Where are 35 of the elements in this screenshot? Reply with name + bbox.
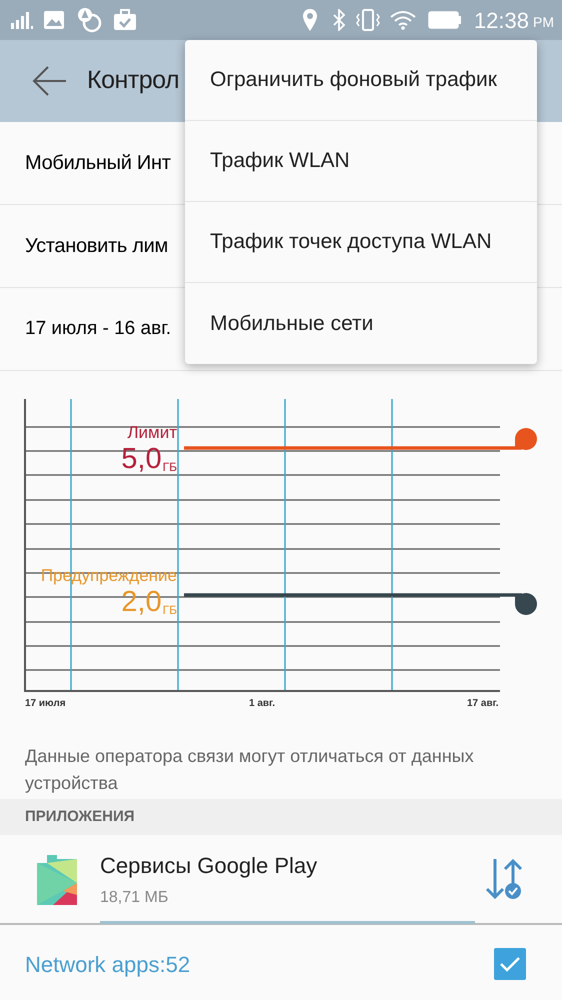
wifi-icon: [390, 10, 416, 30]
limit-unit: ГБ: [162, 459, 177, 475]
app-name: Сервисы Google Play: [100, 852, 318, 880]
menu-item[interactable]: Мобильные сети: [185, 283, 537, 364]
briefcase-check-icon: [113, 9, 137, 31]
battery-icon: [428, 11, 462, 29]
warning-slider-line[interactable]: [184, 593, 537, 615]
signal-icon: [10, 11, 34, 29]
vibrate-icon: [356, 8, 380, 32]
menu-item[interactable]: Ограничить фоновый трафик: [185, 40, 537, 121]
warning-unit: ГБ: [162, 602, 177, 618]
image-icon: [43, 10, 65, 30]
menu-item[interactable]: Трафик точек доступа WLAN: [185, 202, 537, 283]
limit-slider-line[interactable]: [184, 428, 537, 450]
screen-title: Контрол: [87, 65, 180, 96]
checkbox[interactable]: [494, 948, 526, 980]
puzzle-app-icon: [37, 855, 77, 905]
data-sort-icon[interactable]: [486, 858, 522, 900]
check-icon: [499, 955, 521, 973]
location-icon: [302, 8, 318, 32]
axis-label: 1 авг.: [249, 697, 275, 711]
bluetooth-icon: [332, 9, 346, 31]
app-data-size: 18,71 МБ: [100, 888, 170, 908]
network-apps-label: Network apps:52: [25, 950, 190, 979]
back-arrow-icon: [32, 66, 68, 96]
account-sync-icon: [77, 7, 103, 33]
limit-value: 5,0: [121, 443, 162, 475]
clock-time: 12:38: [474, 6, 529, 34]
axis-label: 17 июля: [25, 697, 66, 711]
menu-item[interactable]: Трафик WLAN: [185, 121, 537, 202]
section-header: ПРИЛОЖЕНИЯ: [25, 806, 135, 827]
clock-period: PM: [533, 12, 554, 32]
carrier-note: Данные оператора связи могут отличаться от данных устройства: [24, 745, 475, 795]
axis-label: 17 авг.: [467, 697, 499, 711]
limit-label: Лимит: [127, 423, 177, 443]
